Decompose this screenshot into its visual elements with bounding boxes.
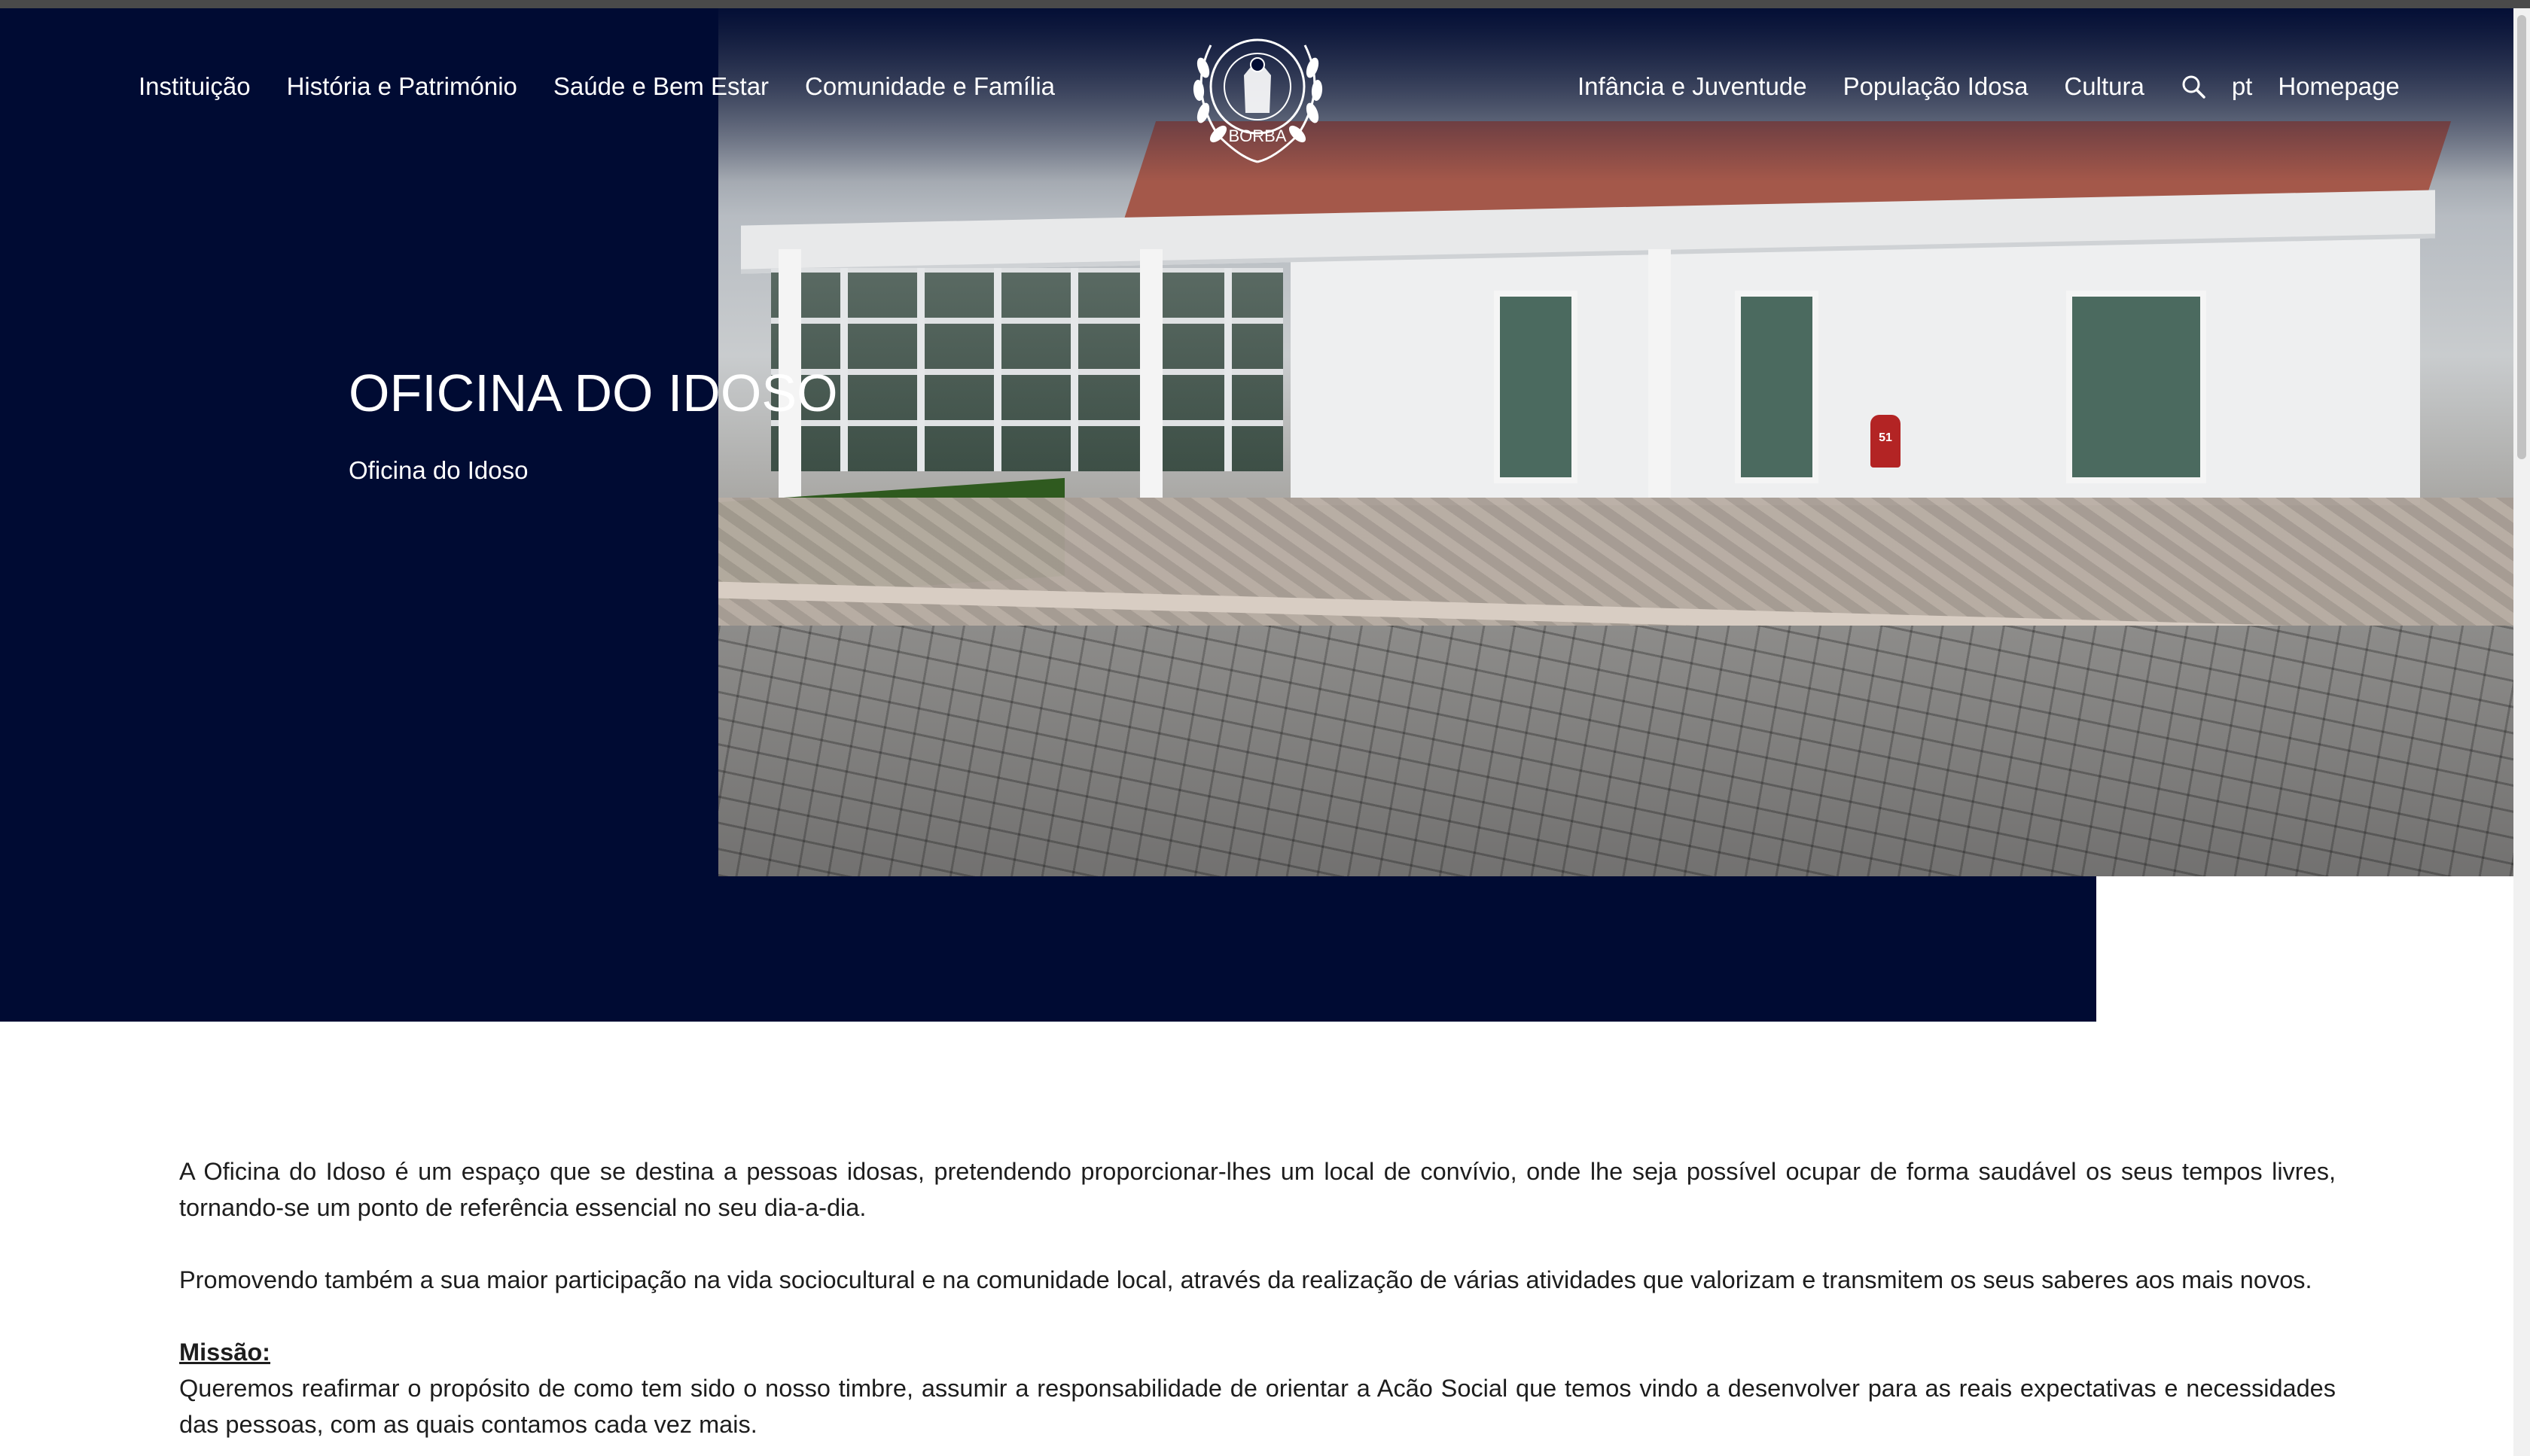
photo-cobblestone [718,626,2515,876]
photo-column [1140,249,1163,498]
search-icon[interactable] [2181,74,2206,99]
mission-section: Missão: Queremos reafirmar o propósito d… [179,1334,2336,1442]
site-logo[interactable]: BORBA [1181,15,1335,166]
homepage-link[interactable]: Homepage [2278,72,2399,101]
nav-item-historia-patrimonio[interactable]: História e Património [287,72,517,101]
mission-heading: Missão: [179,1339,271,1366]
nav-item-comunidade-familia[interactable]: Comunidade e Família [805,72,1055,101]
intro-paragraph: A Oficina do Idoso é um espaço que se de… [179,1158,2336,1221]
nav-item-saude-bem-estar[interactable]: Saúde e Bem Estar [553,72,769,101]
scrollbar-thumb[interactable] [2517,15,2526,459]
browser-top-edge [0,0,2530,8]
main-content: A Oficina do Idoso é um espaço que se de… [179,1153,2336,1442]
logo-text-bottom: BORBA [1228,126,1286,145]
nav-item-populacao-idosa[interactable]: População Idosa [1843,72,2029,101]
page-title: OFICINA DO IDOSO [349,364,838,422]
crest-icon: BORBA [1193,38,1323,163]
main-nav-left: Instituição História e Património Saúde … [139,72,1055,101]
hydrant-label: 51 [1879,431,1892,444]
photo-hydrant: 51 [1870,415,1901,468]
nav-item-infancia-juventude[interactable]: Infância e Juventude [1577,72,1807,101]
photo-door [1735,291,1818,483]
page-subtitle: Oficina do Idoso [349,456,529,484]
photo-wall [1291,234,2420,505]
photo-glass-wall [771,268,1283,471]
photo-door [2066,291,2206,483]
nav-item-instituicao[interactable]: Instituição [139,72,251,101]
nav-item-cultura[interactable]: Cultura [2064,72,2144,101]
photo-column [1648,249,1671,498]
main-nav-right: Infância e Juventude População Idosa Cul… [1577,72,2400,101]
photo-door [1494,291,1577,483]
mission-text: Queremos reafirmar o propósito de como t… [179,1375,2336,1438]
language-selector[interactable]: pt [2232,72,2253,101]
hero-photo: 51 [718,8,2515,876]
participation-paragraph: Promovendo também a sua maior participaç… [179,1266,2312,1293]
